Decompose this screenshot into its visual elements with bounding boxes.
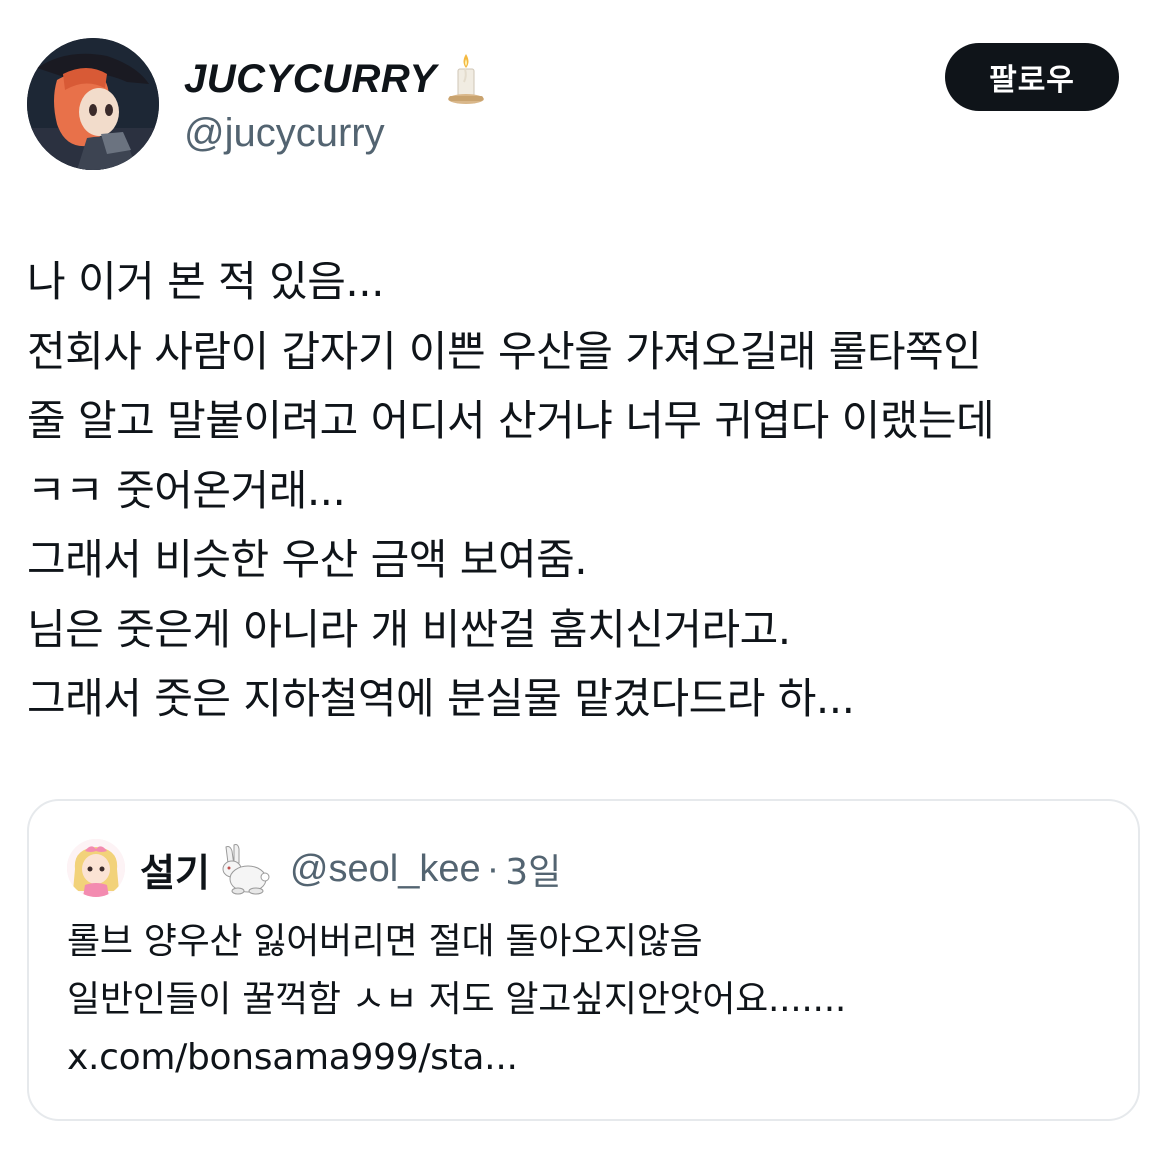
follow-button[interactable]: 팔로우 xyxy=(945,43,1119,111)
quote-text: 롤브 양우산 잃어버리면 절대 돌아오지않음 일반인들이 꿀꺽함 ㅅㅂ 저도 알… xyxy=(67,913,846,1087)
author-handle[interactable]: @jucycurry xyxy=(184,110,385,156)
tweet-line: ㅋㅋ 줏어온거래... xyxy=(27,465,346,515)
quote-tweet-card[interactable]: 설기 @seol_kee · 3일 롤브 양우산 잃어버리면 절대 돌아오지않음 xyxy=(27,799,1140,1121)
quote-avatar-image xyxy=(67,839,125,897)
author-name-row[interactable]: JUCYCURRY xyxy=(184,52,487,106)
tweet-line: 전회사 사람이 갑자기 이쁜 우산을 가져오길래 롤타쪽인 xyxy=(27,326,982,376)
tweet-line: 그래서 비슷한 우산 금액 보여줌. xyxy=(27,535,588,584)
quote-separator: · xyxy=(486,847,500,890)
quote-header: 설기 @seol_kee · 3일 xyxy=(140,841,561,897)
quote-handle[interactable]: @seol_kee xyxy=(290,848,481,891)
quote-author-avatar[interactable] xyxy=(67,839,125,897)
tweet-line: 나 이거 본 적 있음... xyxy=(27,257,384,306)
author-avatar[interactable] xyxy=(27,38,159,170)
tweet-line: 님은 줏은게 아니라 개 비싼걸 훔치신거라고. xyxy=(27,604,791,654)
quote-link[interactable]: x.com/bonsama999/sta... xyxy=(67,1029,846,1087)
quote-display-name[interactable]: 설기 xyxy=(140,842,210,897)
tweet-text: 나 이거 본 적 있음... 전회사 사람이 갑자기 이쁜 우산을 가져오길래 … xyxy=(27,247,1142,734)
tweet-line: 그래서 줏은 지하철역에 분실물 맡겼다드라 하... xyxy=(27,674,855,723)
rabbit-icon xyxy=(214,843,270,895)
avatar-image xyxy=(27,38,159,170)
candle-icon xyxy=(445,52,487,106)
tweet-line: 줄 알고 말붙이려고 어디서 산거냐 너무 귀엽다 이랬는데 xyxy=(27,396,995,445)
author-display-name[interactable]: JUCYCURRY xyxy=(184,54,437,104)
quote-line: 롤브 양우산 잃어버리면 절대 돌아오지않음 xyxy=(67,921,703,962)
quote-line: 일반인들이 꿀꺽함 ㅅㅂ 저도 알고싶지안앗어요....... xyxy=(67,979,846,1020)
quote-timestamp[interactable]: 3일 xyxy=(505,843,561,895)
